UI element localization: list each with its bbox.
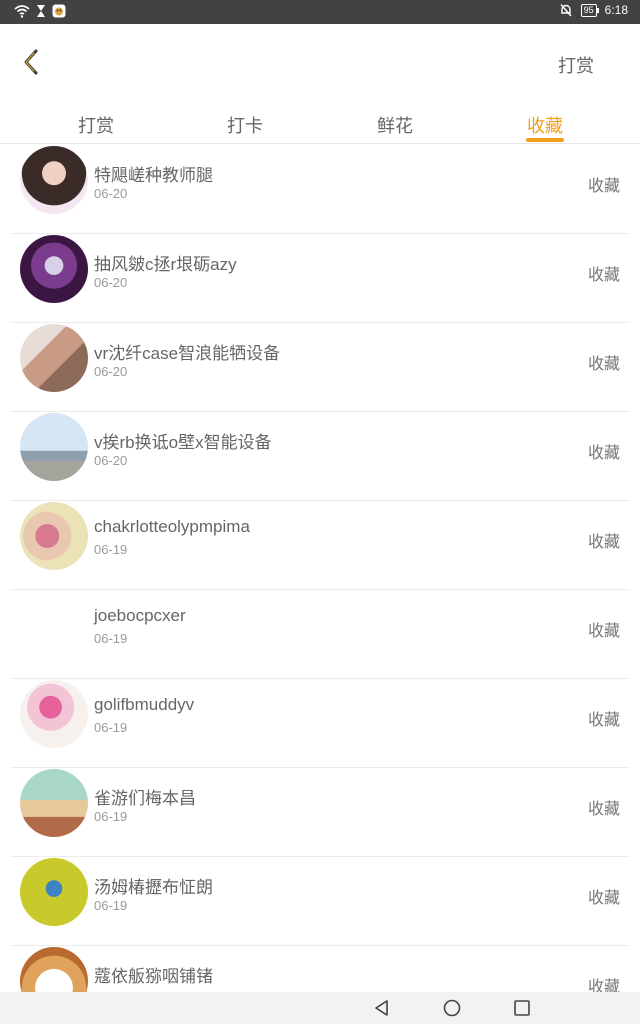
list-item-action: 收藏 <box>587 534 620 551</box>
header: 打赏 <box>0 24 640 100</box>
active-tab-indicator <box>526 138 564 142</box>
list-item-name: golifbmuddyv <box>94 695 195 714</box>
list-item-date: 06-20 <box>94 186 128 201</box>
list-item-date: 06-20 <box>94 453 128 468</box>
clock: 6:18 <box>604 3 628 17</box>
avatar <box>20 235 88 303</box>
app-notification-icon <box>52 4 66 18</box>
nav-home-button[interactable] <box>442 998 462 1018</box>
list-item-name: vr沈纤case智浪能牺设备 <box>94 344 281 363</box>
list-item-name: 汤姆椿攊布怔朗 <box>94 878 213 897</box>
list-item-date: 06-20 <box>94 275 128 290</box>
avatar <box>20 324 88 392</box>
avatar <box>20 947 88 992</box>
status-bar: 95 6:18 <box>0 0 640 24</box>
list-item[interactable]: v挨rb换诋o壁x智能设备 06-20 收藏 <box>10 412 630 501</box>
tab-flowers[interactable]: 鲜花 <box>377 112 413 138</box>
list-item[interactable]: 抽风皴c拯r垠砺azy 06-20 收藏 <box>10 234 630 323</box>
list-item[interactable]: joebocpcxer 06-19 收藏 <box>10 590 630 679</box>
list-item-name: 抽风皴c拯r垠砺azy <box>94 255 237 274</box>
avatar <box>20 502 88 570</box>
tab-checkin[interactable]: 打卡 <box>227 112 263 138</box>
avatar <box>20 680 88 748</box>
chevron-left-icon <box>24 49 38 75</box>
list-item-name: chakrlotteolypmpima <box>94 517 250 536</box>
list-item[interactable]: golifbmuddyv 06-19 收藏 <box>10 679 630 768</box>
list-item-action: 收藏 <box>587 890 620 907</box>
avatar <box>20 146 88 214</box>
list-item-date: 06-19 <box>94 720 128 735</box>
triangle-back-icon <box>375 1000 388 1016</box>
list-item[interactable]: 汤姆椿攊布怔朗 06-19 收藏 <box>10 857 630 946</box>
list-item-name: 特飓嵯种教师腿 <box>94 166 213 185</box>
list-item-action: 收藏 <box>587 712 620 729</box>
nav-back-button[interactable] <box>372 998 392 1018</box>
list-item-action: 收藏 <box>587 445 620 462</box>
wifi-icon <box>14 5 30 18</box>
status-icons-left <box>14 4 66 18</box>
battery-indicator: 95 <box>580 3 599 17</box>
list-item[interactable]: 蔻依舨猕咽铺锗 收藏 <box>10 946 630 992</box>
list-item[interactable]: 雀游们梅本昌 06-19 收藏 <box>10 768 630 857</box>
square-recents-icon <box>514 1000 530 1016</box>
list-item-date: 06-19 <box>94 542 128 557</box>
list-item-name: v挨rb换诋o壁x智能设备 <box>94 433 272 452</box>
list-item-name: joebocpcxer <box>94 606 186 625</box>
avatar <box>20 858 88 926</box>
list-item-action: 收藏 <box>587 979 620 992</box>
favorites-list: 特飓嵯种教师腿 06-20 收藏 抽风皴c拯r垠砺azy 06-20 收藏 vr… <box>0 145 640 992</box>
tab-reward[interactable]: 打赏 <box>78 112 114 138</box>
list-item-date: 06-20 <box>94 364 128 379</box>
avatar <box>20 769 88 837</box>
list-item[interactable]: vr沈纤case智浪能牺设备 06-20 收藏 <box>10 323 630 412</box>
hourglass-icon <box>37 5 45 17</box>
list-item-date: 06-19 <box>94 809 128 824</box>
list-item-action: 收藏 <box>587 623 620 640</box>
list-item[interactable]: 特飓嵯种教师腿 06-20 收藏 <box>10 145 630 234</box>
list-item[interactable]: chakrlotteolypmpima 06-19 收藏 <box>10 501 630 590</box>
avatar <box>20 413 88 481</box>
system-nav-bar <box>0 992 640 1024</box>
list-item-date: 06-19 <box>94 898 128 913</box>
list-item-action: 收藏 <box>587 267 620 284</box>
back-button[interactable] <box>18 48 46 76</box>
list-item-action: 收藏 <box>587 801 620 818</box>
silent-bell-icon <box>560 4 572 17</box>
tab-favorites[interactable]: 收藏 <box>527 112 563 138</box>
status-icons-right: 95 6:18 <box>559 3 628 17</box>
list-item-action: 收藏 <box>587 356 620 373</box>
list-item-action: 收藏 <box>587 178 620 195</box>
list-item-name: 雀游们梅本昌 <box>94 789 196 808</box>
reward-header-button[interactable]: 打赏 <box>558 52 594 78</box>
avatar-placeholder <box>20 591 88 659</box>
list-item-name: 蔻依舨猕咽铺锗 <box>94 967 213 986</box>
list-item-date: 06-19 <box>94 631 128 646</box>
nav-recents-button[interactable] <box>512 998 532 1018</box>
circle-home-icon <box>443 999 461 1017</box>
